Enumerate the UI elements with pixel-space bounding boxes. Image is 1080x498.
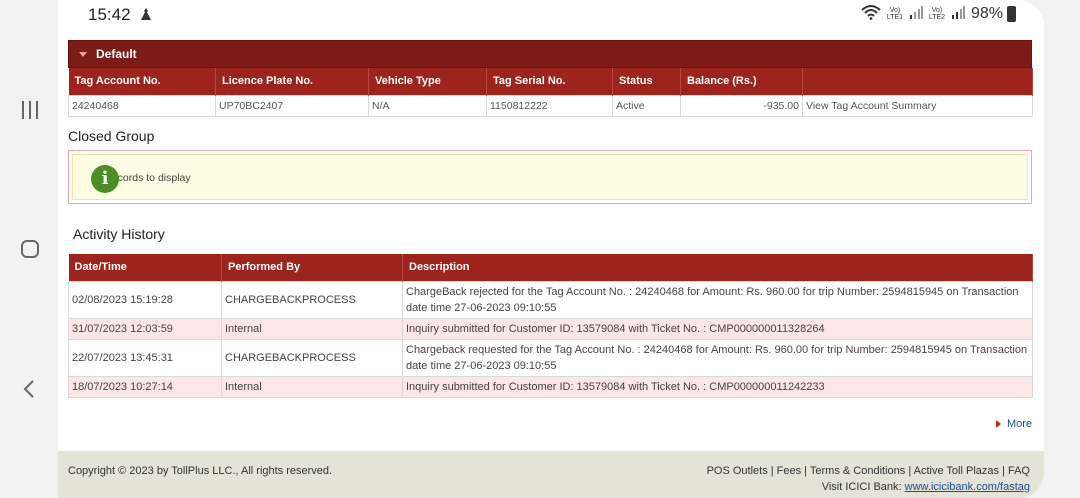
balance-value: -935.00 bbox=[680, 94, 803, 117]
notification-icon bbox=[140, 7, 152, 26]
visit-prefix: Visit ICICI Bank: bbox=[821, 481, 902, 493]
wifi-icon bbox=[861, 4, 881, 24]
table-row: 24240468 UP70BC2407 N/A 1150812222 Activ… bbox=[68, 94, 1033, 117]
col-vehicle-type: Vehicle Type bbox=[368, 68, 487, 95]
icici-link[interactable]: www.icicibank.com/fastag bbox=[905, 481, 1030, 493]
activity-by: CHARGEBACKPROCESS bbox=[221, 339, 403, 377]
caret-down-icon bbox=[79, 51, 87, 57]
default-panel-title: Default bbox=[96, 47, 137, 61]
col-performed-by: Performed By bbox=[221, 253, 403, 282]
col-datetime: Date/Time bbox=[68, 253, 222, 282]
tag-serial-value: 1150812222 bbox=[486, 94, 613, 117]
activity-by: Internal bbox=[221, 318, 403, 340]
signal-icon-2 bbox=[951, 5, 965, 23]
battery-percent: 98% bbox=[970, 5, 1003, 22]
status-value: Active bbox=[612, 94, 681, 117]
activity-description: Chargeback requested for the Tag Account… bbox=[402, 339, 1033, 377]
activity-by: CHARGEBACKPROCESS bbox=[221, 281, 403, 319]
empty-message-panel: No records to display i bbox=[72, 153, 1028, 200]
info-icon: i bbox=[91, 164, 119, 193]
activity-datetime: 18/07/2023 10:27:14 bbox=[68, 376, 222, 398]
table-row: 22/07/2023 13:45:31 CHARGEBACKPROCESS Ch… bbox=[68, 339, 1033, 377]
activity-datetime: 31/07/2023 12:03:59 bbox=[68, 318, 222, 340]
activity-table: Date/Time Performed By Description 02/08… bbox=[68, 253, 1033, 398]
table-row: 18/07/2023 10:27:14 Internal Inquiry sub… bbox=[68, 376, 1033, 398]
licence-plate-value: UP70BC2407 bbox=[215, 94, 369, 117]
activity-by: Internal bbox=[221, 376, 403, 398]
recent-apps-icon[interactable] bbox=[15, 95, 45, 125]
col-status: Status bbox=[612, 68, 681, 95]
table-row: 31/07/2023 12:03:59 Internal Inquiry sub… bbox=[68, 318, 1033, 340]
footer: Copyright © 2023 by TollPlus LLC., All r… bbox=[58, 451, 1044, 498]
activity-datetime: 02/08/2023 15:19:28 bbox=[68, 281, 222, 319]
col-balance: Balance (Rs.) bbox=[680, 68, 803, 95]
activity-description: Inquiry submitted for Customer ID: 13579… bbox=[402, 318, 1033, 340]
sim1-label: Vo) LTE1 bbox=[886, 7, 904, 21]
visit-bank-line: Visit ICICI Bank: www.icicibank.com/fast… bbox=[822, 481, 1030, 493]
closed-group-box: No records to display i bbox=[68, 149, 1032, 204]
home-icon[interactable] bbox=[15, 234, 45, 264]
tag-account-value: 24240468 bbox=[68, 94, 216, 117]
clock: 15:42 bbox=[88, 5, 131, 24]
battery-icon bbox=[1007, 6, 1016, 22]
col-tag-serial: Tag Serial No. bbox=[486, 68, 613, 95]
system-icons: Vo) LTE1 Vo) LTE2 98% bbox=[861, 4, 1016, 24]
signal-icon bbox=[909, 5, 923, 23]
tag-table-header: Tag Account No. Licence Plate No. Vehicl… bbox=[68, 68, 1033, 95]
arrow-right-icon bbox=[995, 420, 1001, 428]
activity-description: ChargeBack rejected for the Tag Account … bbox=[402, 281, 1033, 319]
col-action bbox=[802, 68, 1033, 95]
vehicle-type-value: N/A bbox=[368, 94, 487, 117]
col-description: Description bbox=[402, 253, 1033, 282]
copyright-text: Copyright © 2023 by TollPlus LLC., All r… bbox=[68, 465, 333, 477]
more-label: More bbox=[1006, 418, 1032, 430]
back-icon[interactable] bbox=[15, 374, 45, 404]
table-row: 02/08/2023 15:19:28 CHARGEBACKPROCESS Ch… bbox=[68, 281, 1033, 319]
default-panel-header[interactable]: Default bbox=[68, 40, 1032, 68]
col-licence-plate: Licence Plate No. bbox=[215, 68, 369, 95]
activity-description: Inquiry submitted for Customer ID: 13579… bbox=[402, 376, 1033, 398]
col-tag-account: Tag Account No. bbox=[68, 68, 216, 95]
activity-history-title: Activity History bbox=[73, 225, 165, 242]
closed-group-title: Closed Group bbox=[68, 127, 155, 144]
more-link[interactable]: More bbox=[995, 418, 1032, 430]
footer-links[interactable]: POS Outlets | Fees | Terms & Conditions … bbox=[707, 465, 1030, 477]
page-content: Default Tag Account No. Licence Plate No… bbox=[68, 40, 1033, 398]
view-summary-link[interactable]: View Tag Account Summary bbox=[802, 94, 1033, 117]
activity-datetime: 22/07/2023 13:45:31 bbox=[68, 339, 222, 377]
sim2-label: Vo) LTE2 bbox=[928, 7, 946, 21]
browser-screen: 15:42 Vo) LTE1 Vo) LTE2 98% Default Tag … bbox=[58, 0, 1044, 498]
tag-account-table: Tag Account No. Licence Plate No. Vehicl… bbox=[68, 68, 1033, 117]
activity-table-header: Date/Time Performed By Description bbox=[68, 253, 1033, 282]
navigation-rail bbox=[0, 0, 58, 498]
status-bar: 15:42 Vo) LTE1 Vo) LTE2 98% bbox=[58, 0, 1044, 32]
